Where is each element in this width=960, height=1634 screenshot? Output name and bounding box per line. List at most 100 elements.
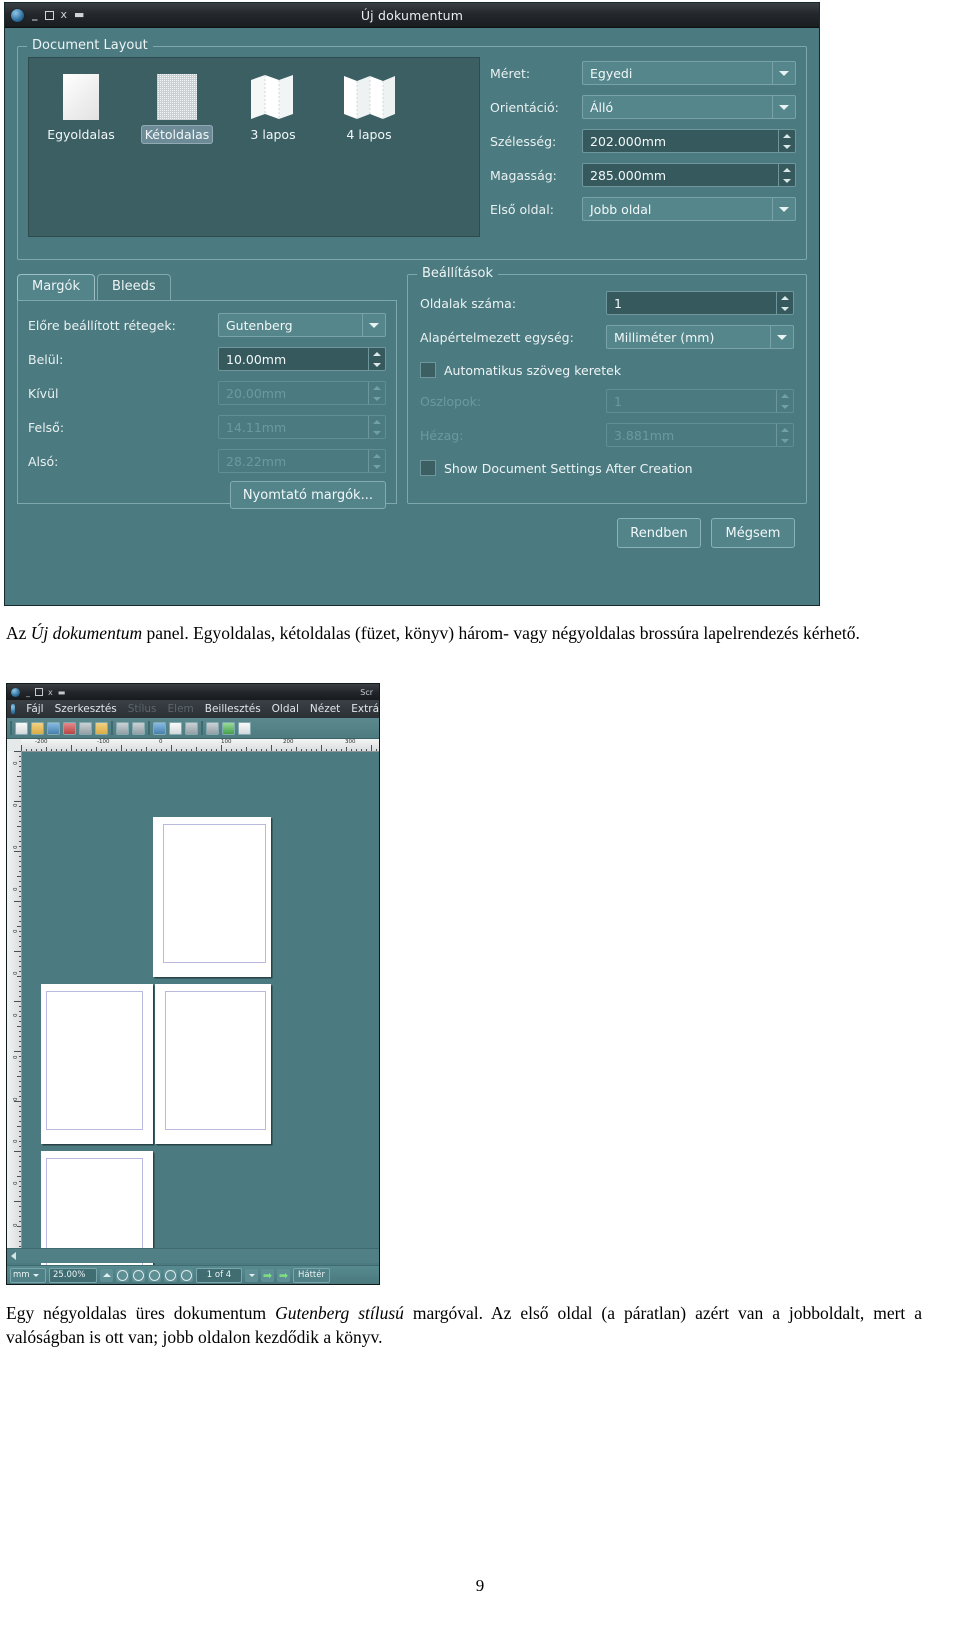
new-document-dialog: _ x ▬ Új dokumentum Document Layout Egyo… <box>4 2 820 606</box>
field-row-first-page: Első oldal: Jobb oldal <box>490 195 796 223</box>
zoom-out-icon[interactable] <box>116 1268 129 1282</box>
margins-tab-panel: Előre beállított rétegek: Gutenberg Belü… <box>17 300 397 509</box>
top-margin-value: 14.11mm <box>226 419 287 435</box>
page-sheet-1[interactable] <box>153 817 271 977</box>
scribus-toolbar[interactable] <box>7 718 379 739</box>
height-input[interactable]: 285.000mm <box>582 163 796 187</box>
copy-icon[interactable] <box>169 721 182 735</box>
show-settings-row[interactable]: Show Document Settings After Creation <box>420 455 794 481</box>
ok-button[interactable]: Rendben <box>617 518 701 548</box>
chevron-down-icon[interactable] <box>362 314 385 336</box>
field-row-size: Méret: Egyedi <box>490 59 796 87</box>
layer-selector[interactable]: Háttér <box>293 1267 330 1283</box>
select-item-icon[interactable] <box>206 721 219 735</box>
first-page-combo[interactable]: Jobb oldal <box>582 197 796 221</box>
layout-option-three-fold[interactable]: 3 lapos <box>229 68 317 144</box>
close-icon[interactable]: x <box>48 688 53 697</box>
page-sheet-2[interactable] <box>41 984 153 1144</box>
gap-row: Hézag: 3.881mm <box>420 421 794 449</box>
layout-option-label: 3 lapos <box>250 127 296 142</box>
horizontal-scrollbar[interactable] <box>7 1248 379 1263</box>
menu-view[interactable]: Nézet <box>310 703 340 715</box>
size-combo[interactable]: Egyedi <box>582 61 796 85</box>
gap-label: Hézag: <box>420 427 464 443</box>
columns-input: 1 <box>606 389 794 413</box>
page-count-input[interactable]: 1 <box>606 291 794 315</box>
paste-icon[interactable] <box>185 721 198 735</box>
document-page: _ x ▬ Új dokumentum Document Layout Egyo… <box>0 0 960 1634</box>
caption-two-emphasis: Gutenberg stílusú <box>275 1303 404 1323</box>
menu-insert[interactable]: Beillesztés <box>205 703 261 715</box>
settings-group: Beállítások Oldalak száma: 1 Alapértelme… <box>407 266 807 504</box>
zoom-field[interactable]: 25.00% <box>49 1267 97 1283</box>
settings-panel: Beállítások Oldalak száma: 1 Alapértelme… <box>407 266 807 504</box>
shade-icon[interactable]: ▬ <box>58 688 66 697</box>
preset-combo[interactable]: Gutenberg <box>218 313 386 337</box>
menu-style: Stílus <box>127 703 157 715</box>
window-controls[interactable]: _ x ▬ <box>26 688 65 697</box>
menu-file[interactable]: Fájl <box>26 703 43 715</box>
scroll-left-icon[interactable] <box>7 1250 19 1262</box>
tab-margins[interactable]: Margók <box>17 274 96 300</box>
zoom-stepper[interactable] <box>100 1268 113 1282</box>
settings-group-label: Beállítások <box>417 266 499 281</box>
tab-strip[interactable]: Margók Bleeds <box>17 274 397 300</box>
width-input[interactable]: 202.000mm <box>582 129 796 153</box>
chevron-down-icon[interactable] <box>772 62 795 84</box>
zoom-in-icon[interactable] <box>148 1268 161 1282</box>
cut-icon[interactable] <box>153 721 166 735</box>
minimize-icon[interactable]: _ <box>26 688 30 697</box>
page-sheet-3[interactable] <box>155 984 271 1144</box>
chevron-down-icon[interactable] <box>772 96 795 118</box>
auto-text-frames-checkbox[interactable] <box>420 362 436 378</box>
properties-palette-icon[interactable] <box>238 721 251 735</box>
orientation-combo[interactable]: Álló <box>582 95 796 119</box>
scribus-canvas-area[interactable]: -200 -100 0 100 200 300 000000000000 <box>7 739 379 1279</box>
width-stepper[interactable] <box>778 130 795 152</box>
menu-extras[interactable]: Extrá <box>351 703 379 715</box>
redo-icon[interactable] <box>132 721 145 735</box>
default-unit-combo[interactable]: Milliméter (mm) <box>606 325 794 349</box>
height-stepper[interactable] <box>778 164 795 186</box>
export-pdf-icon[interactable] <box>95 721 108 735</box>
scribus-statusbar[interactable]: mm 25.00% 1 of 4 ➡ ➡ Háttér <box>7 1265 379 1284</box>
layout-option-four-fold[interactable]: 4 lapos <box>325 68 413 144</box>
page-indicator-field[interactable]: 1 of 4 <box>196 1267 242 1283</box>
printer-margins-button[interactable]: Nyomtató margók... <box>229 481 386 509</box>
chevron-down-icon[interactable] <box>770 326 793 348</box>
scribus-menubar[interactable]: Fájl Szerkesztés Stílus Elem Beillesztés… <box>7 700 379 718</box>
auto-text-frames-row[interactable]: Automatikus szöveg keretek <box>420 357 794 383</box>
fit-page-icon[interactable] <box>180 1268 193 1282</box>
tab-bleeds[interactable]: Bleeds <box>97 274 171 300</box>
layout-selector-list[interactable]: Egyoldalas Kétoldalas 3 lapos 4 lapos <box>28 57 480 237</box>
cancel-button[interactable]: Mégsem <box>711 518 795 548</box>
undo-icon[interactable] <box>116 721 129 735</box>
fit-width-icon[interactable] <box>164 1268 177 1282</box>
open-document-icon[interactable] <box>31 721 44 735</box>
menu-page[interactable]: Oldal <box>272 703 299 715</box>
page-number: 9 <box>475 1576 485 1595</box>
link-text-frames-icon[interactable] <box>222 721 235 735</box>
inside-margin-stepper[interactable] <box>368 348 385 370</box>
page-count-stepper[interactable] <box>776 292 793 314</box>
margin-row-outside: Kívül 20.00mm <box>28 379 386 407</box>
layout-option-single[interactable]: Egyoldalas <box>37 68 125 144</box>
save-document-icon[interactable] <box>47 721 60 735</box>
chevron-down-icon[interactable] <box>772 198 795 220</box>
inside-margin-input[interactable]: 10.00mm <box>218 347 386 371</box>
menu-edit[interactable]: Szerkesztés <box>55 703 117 715</box>
print-icon[interactable] <box>79 721 92 735</box>
toolbar-handle[interactable] <box>10 721 12 735</box>
zoom-100-icon[interactable] <box>132 1268 145 1282</box>
unit-combo[interactable]: mm <box>10 1267 46 1283</box>
show-settings-checkbox[interactable] <box>420 460 436 476</box>
next-page-icon[interactable]: ➡ <box>261 1268 274 1282</box>
gap-input: 3.881mm <box>606 423 794 447</box>
close-document-icon[interactable] <box>63 721 76 735</box>
page-select-dropdown[interactable] <box>245 1268 258 1282</box>
new-document-icon[interactable] <box>15 721 28 735</box>
last-page-icon[interactable]: ➡ <box>277 1268 290 1282</box>
layout-option-double[interactable]: Kétoldalas <box>133 68 221 144</box>
orientation-value: Álló <box>590 99 614 115</box>
maximize-icon[interactable] <box>35 688 43 696</box>
